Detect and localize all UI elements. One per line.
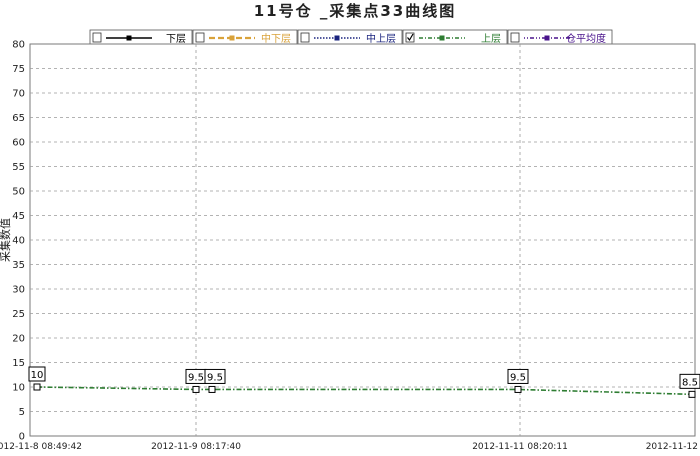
x-tick-label: 2012-11-12 [646,442,698,452]
legend-label: 下层 [166,33,186,45]
legend-label: 中下层 [261,32,291,45]
data-label-text: 10 [31,370,44,381]
data-label: 9.5 [507,368,529,384]
data-point [688,390,696,398]
legend-label: 上层 [481,33,501,45]
y-tick-label: 15 [12,358,25,369]
legend-item: 下层 [89,29,193,46]
legend-checkbox [92,32,102,43]
data-label-text: 8.5 [682,377,698,388]
x-tick-label: 2012-11-8 08:49:42 [0,442,82,452]
data-point [208,385,216,393]
data-label-text: 9.5 [207,372,223,383]
y-tick-label: 5 [19,407,25,418]
data-label: 9.5 [204,368,226,384]
legend-item: 中上层 [297,29,403,46]
legend-marker [439,35,445,41]
y-tick-label: 65 [12,113,25,124]
legend-checkbox [195,32,205,43]
data-label-text: 9.5 [188,372,204,383]
x-tick-label: 2012-11-9 08:17:40 [151,442,241,452]
y-tick-label: 80 [12,40,25,51]
data-label-text: 9.5 [510,372,526,383]
y-tick-label: 20 [12,334,25,345]
y-tick-label: 40 [12,236,25,247]
y-tick-label: 30 [12,285,25,296]
y-tick-label: 45 [12,211,25,222]
y-tick-label: 0 [19,432,25,443]
data-point [33,383,41,391]
data-label: 8.5 [679,373,700,389]
chart-title: 11号仓 _采集点33曲线图 [254,2,456,20]
legend-item: 仓平均度 [507,29,613,46]
legend: 下层 中下层 中上层 上层 仓平均度 [89,29,613,46]
y-axis-label: 采集数值 [0,218,12,262]
legend-item: 中下层 [192,29,298,46]
legend-checkbox [300,32,310,43]
y-tick-label: 70 [12,89,25,100]
data-point [192,385,200,393]
plot-area: 0 5 10 15 20 25 30 35 40 45 50 55 60 65 70 75 80 2012-11-… [0,40,700,452]
legend-marker [544,35,550,41]
legend-label: 仓平均度 [566,32,606,45]
y-tick-label: 55 [12,162,25,173]
y-tick-label: 50 [12,187,25,198]
legend-marker [126,35,132,41]
legend-checkbox [510,32,520,43]
y-tick-label: 75 [12,64,25,75]
line-chart: 11号仓 _采集点33曲线图 下层 中下层 中上层 上层 仓平均度 0 5 10 15 20 25… [0,0,700,456]
y-tick-label: 60 [12,138,25,149]
legend-marker [229,35,235,41]
data-label: 10 [28,366,46,382]
data-point [514,385,522,393]
x-tick-label: 2012-11-11 08:20:11 [472,442,568,452]
y-tick-label: 35 [12,260,25,271]
legend-marker [334,35,340,41]
legend-item: 上层 [402,29,508,46]
data-label: 9.5 [185,368,207,384]
legend-label: 中上层 [366,32,396,45]
y-tick-label: 25 [12,309,25,320]
y-tick-label: 10 [12,383,25,394]
